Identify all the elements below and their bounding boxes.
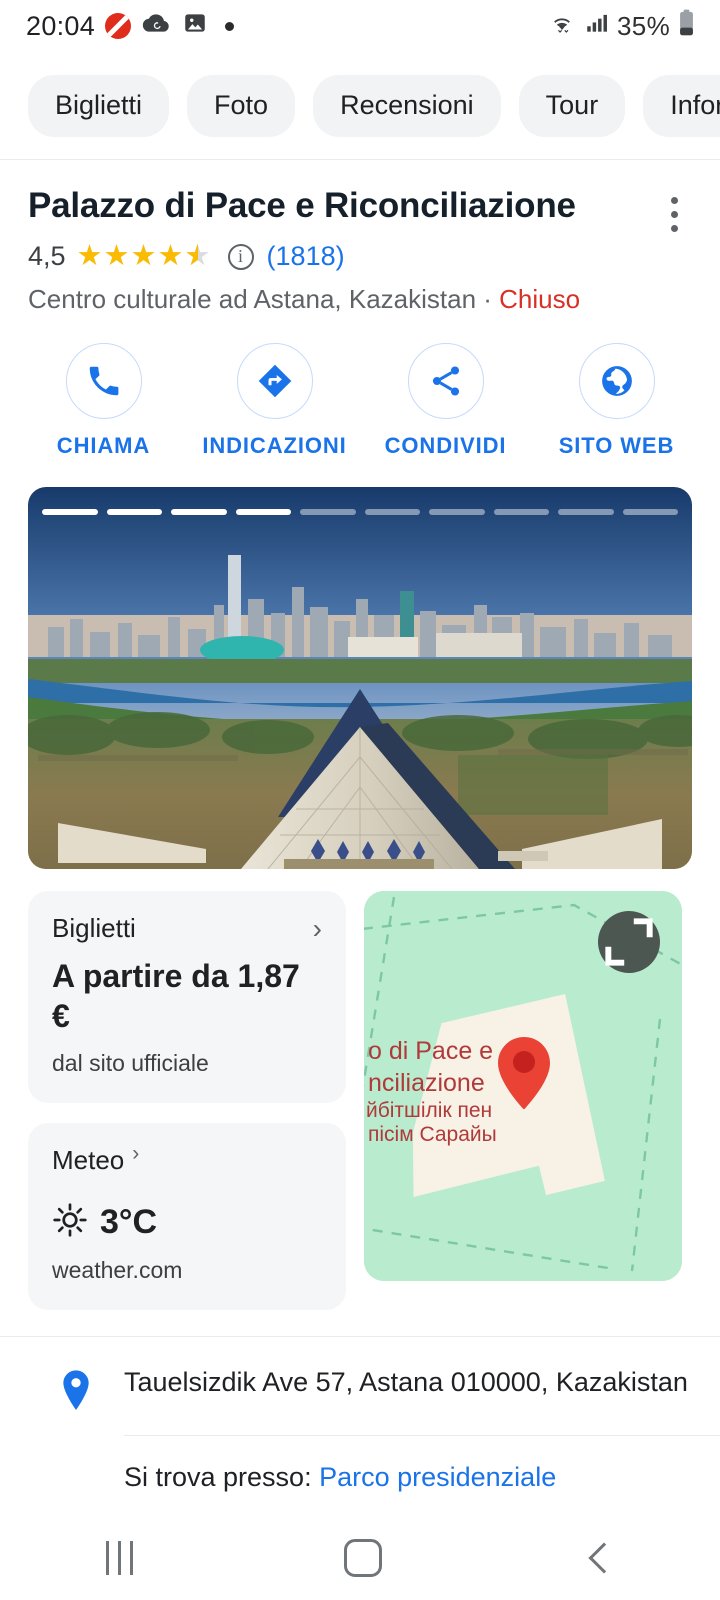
status-bar-left: 20:04 <box>26 10 235 43</box>
category-text: Centro culturale ad Astana, Kazakistan · <box>28 284 500 315</box>
tickets-price: A partire da 1,87 € <box>52 958 300 1035</box>
chevron-right-icon[interactable]: › <box>313 914 322 943</box>
dot-icon <box>225 21 235 31</box>
left-cards-column: Biglietti › A partire da 1,87 € dal sito… <box>28 891 346 1311</box>
cloud-sync-icon <box>141 10 171 43</box>
carousel-dash[interactable] <box>622 509 678 516</box>
phone-icon <box>89 367 118 396</box>
directions-label: INDICAZIONI <box>202 433 347 459</box>
chip-recensioni[interactable]: Recensioni <box>313 74 501 137</box>
located-in-prefix: Si trova presso: <box>124 1462 320 1493</box>
location-pin-icon <box>28 1363 124 1413</box>
recents-button[interactable] <box>105 1541 133 1575</box>
status-badge: Chiuso <box>499 284 581 315</box>
map-label-3: йбітшілік пен <box>366 1099 492 1122</box>
directions-icon <box>258 364 291 398</box>
tickets-card[interactable]: Biglietti › A partire da 1,87 € dal sito… <box>28 891 346 1104</box>
weather-source: weather.com <box>52 1257 183 1284</box>
chip-biglietti[interactable]: Biglietti <box>28 74 170 137</box>
share-icon <box>432 366 459 396</box>
chip-informazioni[interactable]: Informazioni <box>643 74 720 137</box>
action-buttons-row: CHIAMA INDICAZIONI CONDIVIDI SITO WEB <box>0 315 720 473</box>
dnd-icon <box>105 13 132 39</box>
carousel-dash[interactable] <box>42 509 98 516</box>
weather-card-header: Meteo › <box>52 1143 322 1176</box>
carousel-dash[interactable] <box>300 509 356 516</box>
address-row[interactable]: Tauelsizdik Ave 57, Astana 010000, Kazak… <box>0 1337 720 1435</box>
battery-icon <box>677 9 696 44</box>
photo-icon <box>181 10 209 43</box>
located-in-row[interactable]: Si trova presso: Parco presidenziale <box>0 1436 720 1493</box>
star-icon: ★ <box>130 240 157 273</box>
tickets-title: Biglietti <box>52 913 136 944</box>
hero-photo[interactable] <box>28 487 692 870</box>
located-in-link[interactable]: Parco presidenziale <box>319 1462 556 1492</box>
place-category: Centro culturale ad Astana, Kazakistan ·… <box>28 284 692 315</box>
wifi-icon <box>547 10 577 43</box>
overflow-menu-icon[interactable] <box>650 186 698 242</box>
website-icon-circle <box>578 343 655 420</box>
carousel-dash[interactable] <box>106 509 162 516</box>
rating-row: 4,5 ★ ★ ★ ★ ★ i (1818) <box>28 241 692 272</box>
star-half-icon: ★ <box>185 242 211 272</box>
info-icon[interactable]: i <box>227 243 254 270</box>
rating-value: 4,5 <box>28 241 66 272</box>
home-button[interactable] <box>343 1539 382 1577</box>
back-button[interactable] <box>587 1542 620 1574</box>
website-label: SITO WEB <box>558 433 675 459</box>
expand-icon <box>605 918 653 966</box>
call-label: CHIAMA <box>56 433 151 459</box>
star-rating: ★ ★ ★ ★ ★ <box>76 240 211 273</box>
status-bar-right: 35% <box>547 9 696 44</box>
globe-icon <box>601 366 632 397</box>
sun-icon <box>52 1202 88 1243</box>
address-text: Tauelsizdik Ave 57, Astana 010000, Kazak… <box>124 1367 688 1398</box>
map-label-4: пісім Сарайы <box>368 1123 497 1146</box>
website-button[interactable]: SITO WEB <box>542 343 692 459</box>
call-button[interactable]: CHIAMA <box>29 343 179 459</box>
battery-percent: 35% <box>617 10 670 41</box>
share-button[interactable]: CONDIVIDI <box>371 343 521 459</box>
carousel-dash[interactable] <box>558 509 614 516</box>
share-label: CONDIVIDI <box>384 433 507 459</box>
map-label-1: o di Pace e <box>368 1037 493 1065</box>
weather-temperature-row: 3°C <box>52 1202 322 1243</box>
tickets-card-header: Biglietti › <box>52 913 322 944</box>
map-thumbnail[interactable]: o di Pace e nciliazione йбітшілік пен пі… <box>364 891 682 1282</box>
carousel-dash[interactable] <box>493 509 549 516</box>
place-header: Palazzo di Pace e Riconciliazione 4,5 ★ … <box>0 160 720 315</box>
tickets-source: dal sito ufficiale <box>52 1050 209 1077</box>
review-count-link[interactable]: (1818) <box>267 241 345 272</box>
share-icon-circle <box>407 343 484 420</box>
filter-chips-row[interactable]: Biglietti Foto Recensioni Tour Informazi… <box>0 52 720 160</box>
expand-map-button[interactable] <box>598 911 660 974</box>
star-icon: ★ <box>76 240 103 273</box>
phone-screen: 20:04 35% Biglietti Foto Recensioni Tour… <box>0 0 720 1600</box>
star-icon: ★ <box>103 240 130 273</box>
page-title: Palazzo di Pace e Riconciliazione <box>28 186 576 225</box>
signal-icon <box>584 10 610 43</box>
star-icon: ★ <box>157 240 184 273</box>
weather-temp-value: 3°C <box>100 1203 158 1242</box>
call-icon-circle <box>65 343 142 420</box>
weather-title: Meteo <box>52 1145 125 1176</box>
android-nav-bar <box>0 1516 720 1600</box>
carousel-dash[interactable] <box>171 509 227 516</box>
info-cards-section: Biglietti › A partire da 1,87 € dal sito… <box>0 869 720 1311</box>
status-time: 20:04 <box>26 10 96 41</box>
weather-card[interactable]: Meteo › 3°C weather.com <box>28 1123 346 1311</box>
chip-foto[interactable]: Foto <box>187 74 296 137</box>
chevron-right-icon[interactable]: › <box>132 1143 139 1164</box>
carousel-dash[interactable] <box>235 509 291 516</box>
carousel-dash[interactable] <box>429 509 485 516</box>
directions-icon-circle <box>236 343 313 420</box>
status-bar: 20:04 35% <box>0 0 720 52</box>
carousel-dash[interactable] <box>364 509 420 516</box>
map-label-2: nciliazione <box>368 1069 485 1097</box>
photo-carousel-indicators[interactable] <box>42 509 678 516</box>
hero-image <box>28 487 692 870</box>
chip-tour[interactable]: Tour <box>518 74 626 137</box>
directions-button[interactable]: INDICAZIONI <box>200 343 350 459</box>
